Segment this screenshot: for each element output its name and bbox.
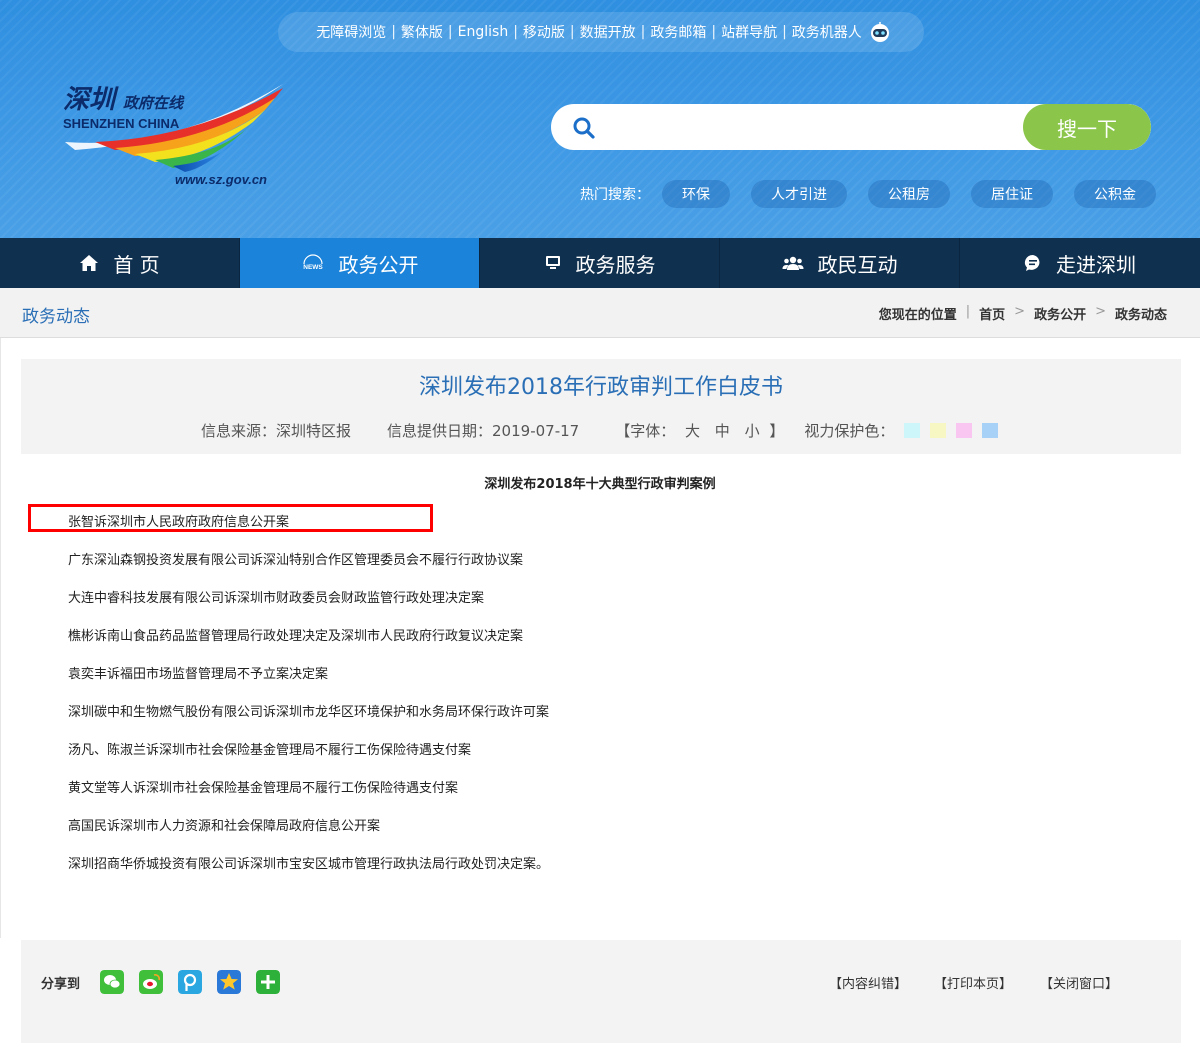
separator: | xyxy=(513,24,518,40)
gov-robot-link[interactable]: 政务机器人 xyxy=(787,22,867,42)
article-subtitle: 深圳发布2018年十大典型行政审判案例 xyxy=(484,477,716,492)
hot-search: 热门搜索： 环保 人才引进 公租房 居住证 公积金 xyxy=(580,180,1177,208)
font-size-control: 【字体： 大 中 小 】 xyxy=(615,420,784,441)
chat-icon xyxy=(1024,254,1040,271)
more-icon[interactable] xyxy=(256,970,280,994)
separator: | xyxy=(447,24,453,40)
hot-tag[interactable]: 居住证 xyxy=(971,180,1053,208)
font-label-close: 】 xyxy=(769,422,785,440)
hot-tag[interactable]: 公积金 xyxy=(1074,180,1156,208)
open-data-link[interactable]: 数据开放 xyxy=(575,22,641,42)
case-item[interactable]: 广东深汕森钢投资发展有限公司诉深汕特别合作区管理委员会不履行行政协议案 xyxy=(68,549,523,568)
page-left-border xyxy=(0,338,1,938)
nav-label: 政民互动 xyxy=(817,252,898,277)
eye-color-pink[interactable] xyxy=(956,423,973,438)
separator: | xyxy=(711,24,717,40)
section-title: 政务动态 xyxy=(22,307,90,327)
monitor-icon xyxy=(545,256,560,269)
separator: | xyxy=(965,304,971,319)
breadcrumb-gov-affairs[interactable]: 政务公开 xyxy=(1034,304,1086,323)
gov-mail-link[interactable]: 政务邮箱 xyxy=(645,22,711,42)
report-error-button[interactable]: 【内容纠错】 xyxy=(829,973,907,992)
accessibility-link[interactable]: 无障碍浏览 xyxy=(311,22,391,42)
font-size-medium[interactable]: 中 xyxy=(715,422,730,440)
case-item[interactable]: 袁奕丰诉福田市场监督管理局不予立案决定案 xyxy=(68,663,328,682)
logo-url: www.sz.gov.cn xyxy=(175,172,267,187)
svg-text:NEWS: NEWS xyxy=(303,264,323,271)
search-button[interactable]: 搜一下 xyxy=(1023,104,1151,150)
case-item[interactable]: 黄文堂等人诉深圳市社会保险基金管理局不履行工伤保险待遇支付案 xyxy=(68,777,458,796)
weibo-icon[interactable] xyxy=(139,970,163,994)
close-window-button[interactable]: 【关闭窗口】 xyxy=(1040,973,1118,992)
hot-tag[interactable]: 公租房 xyxy=(868,180,950,208)
case-item[interactable]: 大连中睿科技发展有限公司诉深圳市财政委员会财政监管行政处理决定案 xyxy=(68,587,484,606)
site-header: 无障碍浏览 | 繁体版 | English | 移动版 | 数据开放 | 政务邮… xyxy=(0,0,1200,238)
nav-item-interaction[interactable]: 政民互动 xyxy=(720,238,960,288)
nav-item-home[interactable]: 首 页 xyxy=(0,238,240,288)
hot-search-label: 热门搜索： xyxy=(580,187,650,203)
share-label: 分享到 xyxy=(41,977,81,992)
case-item[interactable]: 深圳碳中和生物燃气股份有限公司诉深圳市龙华区环境保护和水务局环保行政许可案 xyxy=(68,701,549,720)
case-item[interactable]: 张智诉深圳市人民政府政府信息公开案 xyxy=(68,511,289,530)
nav-item-gov-services[interactable]: 政务服务 xyxy=(480,238,720,288)
article-source: 信息来源：深圳特区报 xyxy=(201,422,352,440)
nav-label: 政务公开 xyxy=(338,252,419,277)
breadcrumb-current[interactable]: 政务动态 xyxy=(1115,304,1167,323)
separator: | xyxy=(782,24,787,40)
article-header: 深圳发布2018年行政审判工作白皮书 信息来源：深圳特区报 信息提供日期：201… xyxy=(21,359,1181,454)
article-title: 深圳发布2018年行政审判工作白皮书 xyxy=(419,375,783,400)
separator: > xyxy=(1014,304,1026,319)
search-box: 搜一下 xyxy=(551,104,1151,150)
site-nav-link[interactable]: 站群导航 xyxy=(716,22,782,42)
font-label-open: 【字体： xyxy=(615,422,676,440)
english-link[interactable]: English xyxy=(453,24,514,40)
eye-color-yellow[interactable] xyxy=(930,423,947,438)
wechat-icon[interactable] xyxy=(100,970,124,994)
search-icon xyxy=(573,117,595,139)
article-date: 信息提供日期：2019-07-17 xyxy=(387,422,580,440)
eye-color-cyan[interactable] xyxy=(904,423,921,438)
case-item[interactable]: 汤凡、陈淑兰诉深圳市社会保险基金管理局不履行工伤保险待遇支付案 xyxy=(68,739,471,758)
logo-slogan: 政府在线 xyxy=(123,94,185,112)
eye-color-blue[interactable] xyxy=(982,423,999,438)
section-bar: 政务动态 您现在的位置 | 首页 > 政务公开 > 政务动态 xyxy=(0,288,1200,338)
print-button[interactable]: 【打印本页】 xyxy=(934,973,1012,992)
case-item[interactable]: 深圳招商华侨城投资有限公司诉深圳市宝安区城市管理行政执法局行政处罚决定案。 xyxy=(68,853,549,872)
qzone-icon[interactable] xyxy=(217,970,241,994)
hot-tag[interactable]: 环保 xyxy=(662,180,730,208)
nav-item-gov-affairs[interactable]: NEWS 政务公开 xyxy=(240,238,480,288)
breadcrumb-home[interactable]: 首页 xyxy=(979,304,1005,323)
users-icon xyxy=(782,256,803,270)
article-meta: 信息来源：深圳特区报 信息提供日期：2019-07-17 【字体： 大 中 小 … xyxy=(201,420,999,441)
case-item[interactable]: 高国民诉深圳市人力资源和社会保障局政府信息公开案 xyxy=(68,815,380,834)
hot-tag[interactable]: 人才引进 xyxy=(751,180,847,208)
font-size-large[interactable]: 大 xyxy=(685,422,700,440)
main-nav: 首 页 NEWS 政务公开 政务服务 政民互动 走进深圳 xyxy=(0,238,1200,288)
separator: | xyxy=(391,24,396,40)
font-size-small[interactable]: 小 xyxy=(745,422,760,440)
mobile-link[interactable]: 移动版 xyxy=(518,22,570,42)
breadcrumb-label: 您现在的位置 xyxy=(878,308,957,323)
eye-care-label: 视力保护色： xyxy=(804,422,895,440)
separator: | xyxy=(640,24,646,40)
traditional-link[interactable]: 繁体版 xyxy=(396,22,448,42)
article-footer: 分享到 【内容纠错】 【打印本页】 【关闭窗口】 xyxy=(21,940,1181,1043)
tencent-weibo-icon[interactable] xyxy=(178,970,202,994)
separator: > xyxy=(1095,304,1106,319)
news-icon: NEWS xyxy=(303,254,323,271)
logo-name-cn: 深圳 xyxy=(63,85,119,115)
home-icon xyxy=(80,255,99,271)
separator: | xyxy=(569,24,575,40)
breadcrumb: 您现在的位置 | 首页 > 政务公开 > 政务动态 xyxy=(876,304,1170,323)
nav-label: 首 页 xyxy=(113,252,160,277)
nav-label: 政务服务 xyxy=(575,252,656,277)
search-input[interactable] xyxy=(609,112,1009,142)
case-item[interactable]: 樵彬诉南山食品药品监督管理局行政处理决定及深圳市人民政府行政复议决定案 xyxy=(68,625,523,644)
top-link-bar: 无障碍浏览 | 繁体版 | English | 移动版 | 数据开放 | 政务邮… xyxy=(278,12,924,52)
logo-name-en: SHENZHEN CHINA xyxy=(63,116,180,131)
shenzhen-logo[interactable]: 深圳 政府在线 SHENZHEN CHINA www.sz.gov.cn xyxy=(55,80,295,190)
nav-item-about-shenzhen[interactable]: 走进深圳 xyxy=(960,238,1200,288)
nav-label: 走进深圳 xyxy=(1056,252,1136,277)
robot-icon[interactable] xyxy=(869,21,891,43)
